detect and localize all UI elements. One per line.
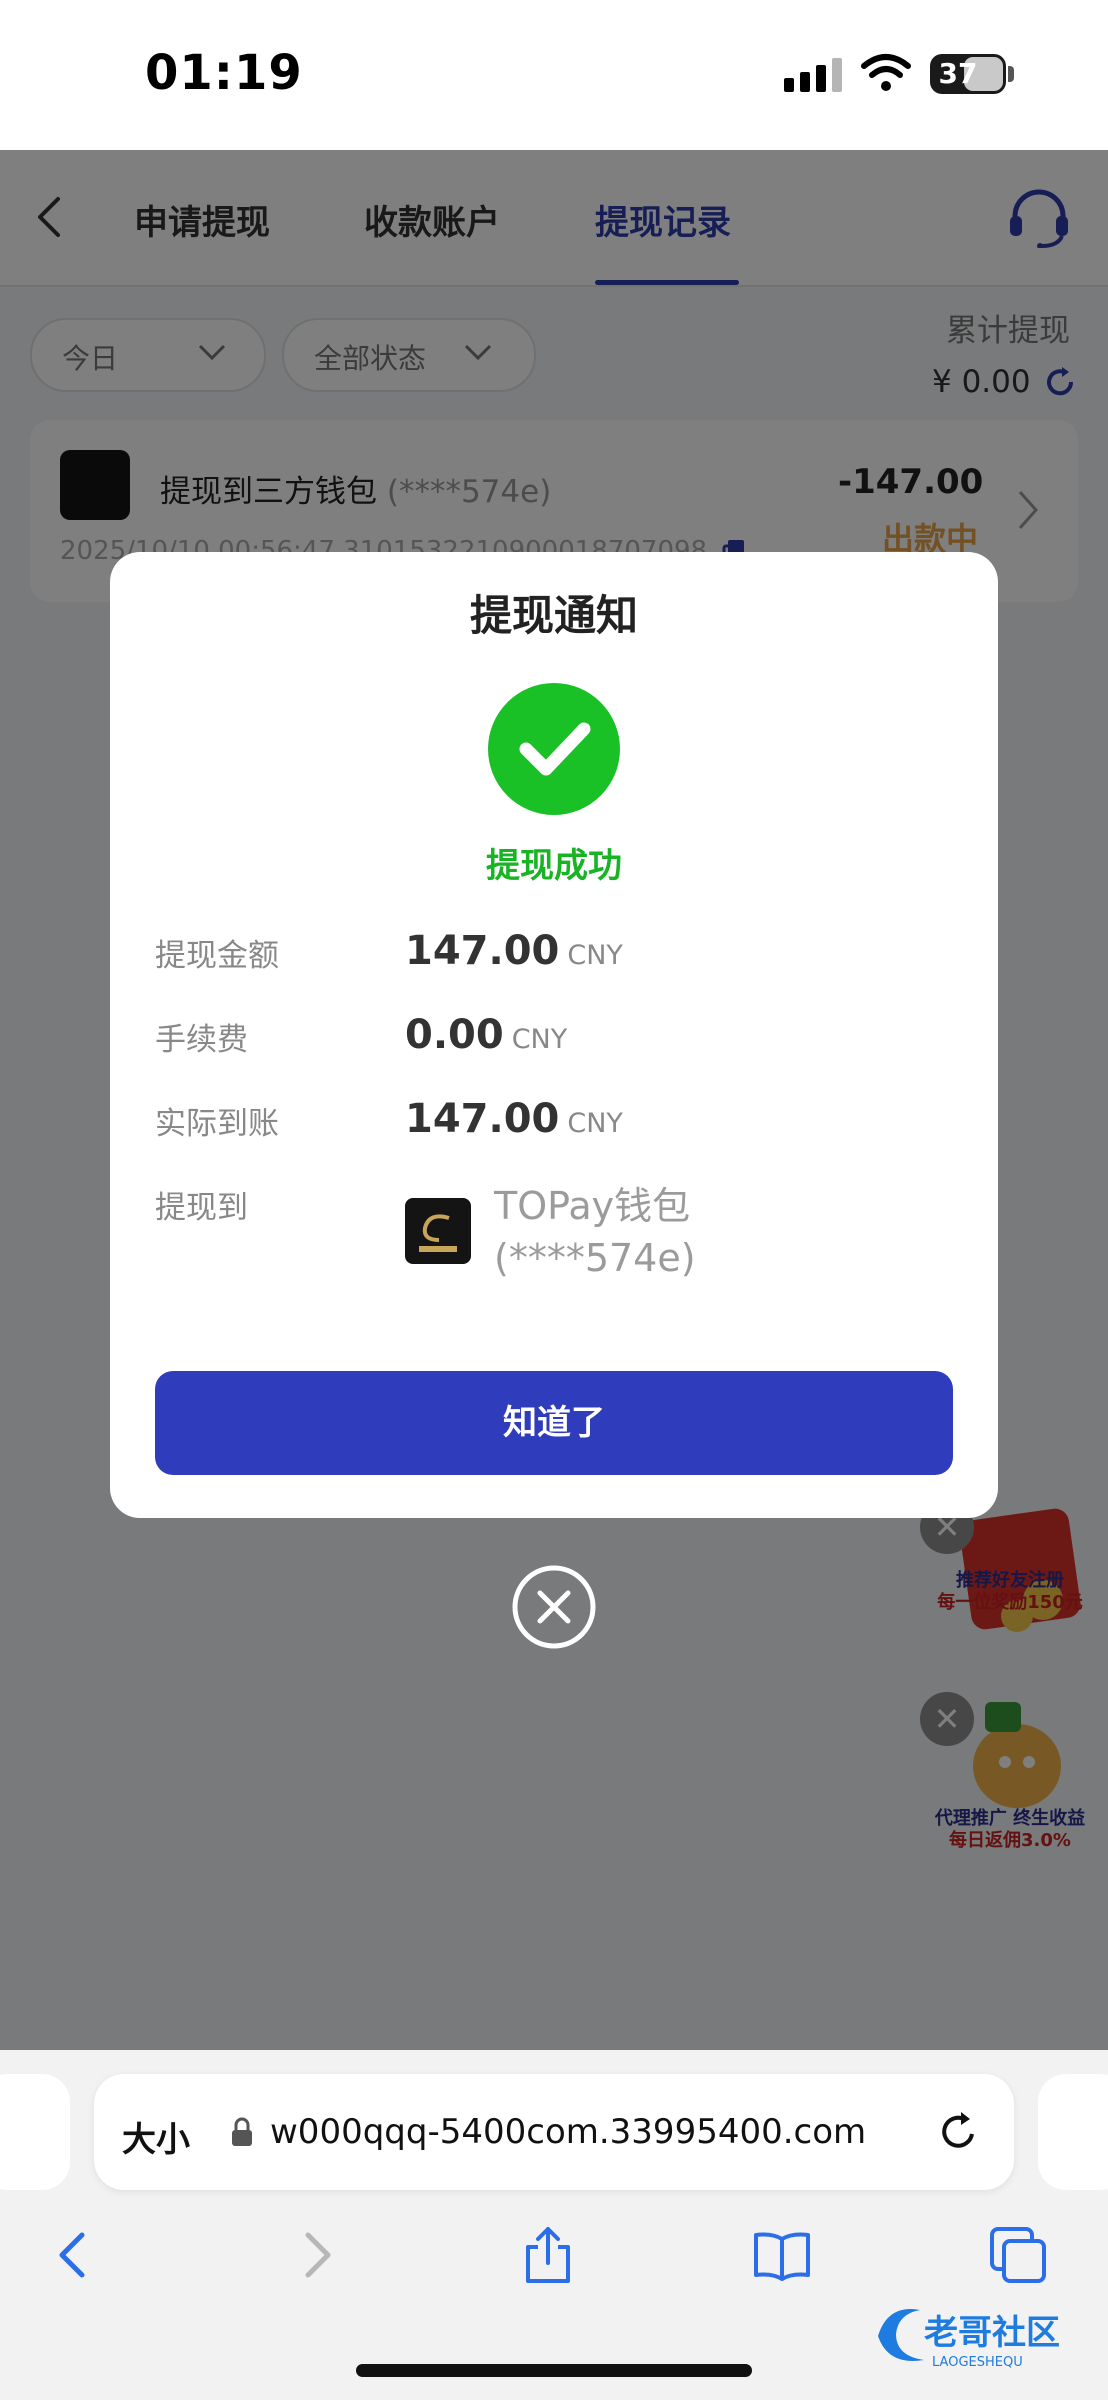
battery-icon: 37 [930,54,1006,94]
cellular-signal-icon [784,58,842,92]
amount-number: 147.00 [405,928,560,974]
wifi-icon [861,54,911,91]
lock-icon [232,2117,252,2146]
received-unit: CNY [567,1108,623,1139]
text-size-button[interactable]: 大小 [122,2112,190,2161]
amount-label: 提现金额 [155,938,279,974]
watermark-subtext: LAOGESHEQU [932,2355,1023,2370]
browser-forward-icon[interactable] [286,2225,346,2285]
amount-unit: CNY [567,940,623,971]
fee-label: 手续费 [155,1022,248,1058]
amount-value: 147.00 CNY [405,928,623,974]
next-tab-preview[interactable] [1038,2074,1108,2190]
browser-back-icon[interactable] [44,2225,104,2285]
url-text[interactable]: w000qqq-5400com.33995400.com [270,2112,866,2152]
home-indicator [356,2364,752,2377]
tabs-icon[interactable] [988,2225,1048,2285]
dialog-title: 提现通知 [469,591,638,640]
previous-tab-preview[interactable] [0,2074,70,2190]
share-icon[interactable] [518,2225,578,2285]
reload-icon[interactable] [934,2108,982,2156]
destination-wallet-name: TOPay钱包 [494,1184,691,1228]
destination-wallet: TOPay钱包 (****574e) [494,1180,696,1284]
success-check-icon [488,683,620,815]
battery-level: 37 [938,57,978,90]
received-label: 实际到账 [155,1106,279,1142]
fee-unit: CNY [511,1024,568,1055]
received-number: 147.00 [405,1096,560,1142]
fee-number: 0.00 [405,1012,504,1058]
bookmarks-icon[interactable] [752,2225,812,2285]
status-time: 01:19 [145,45,303,101]
withdraw-result: 提现成功 [486,846,622,886]
battery-tip [1008,66,1014,82]
topay-wallet-logo [405,1198,471,1264]
close-dialog-button[interactable] [511,1564,597,1650]
fee-value: 0.00 CNY [405,1012,567,1058]
watermark-logo: 老哥社区 LAOGESHEQU [878,2309,1060,2370]
destination-wallet-account: (****574e) [494,1236,696,1280]
watermark-text: 老哥社区 [924,2313,1060,2353]
received-value: 147.00 CNY [405,1096,623,1142]
destination-label: 提现到 [155,1190,248,1226]
acknowledge-button[interactable]: 知道了 [155,1371,953,1475]
